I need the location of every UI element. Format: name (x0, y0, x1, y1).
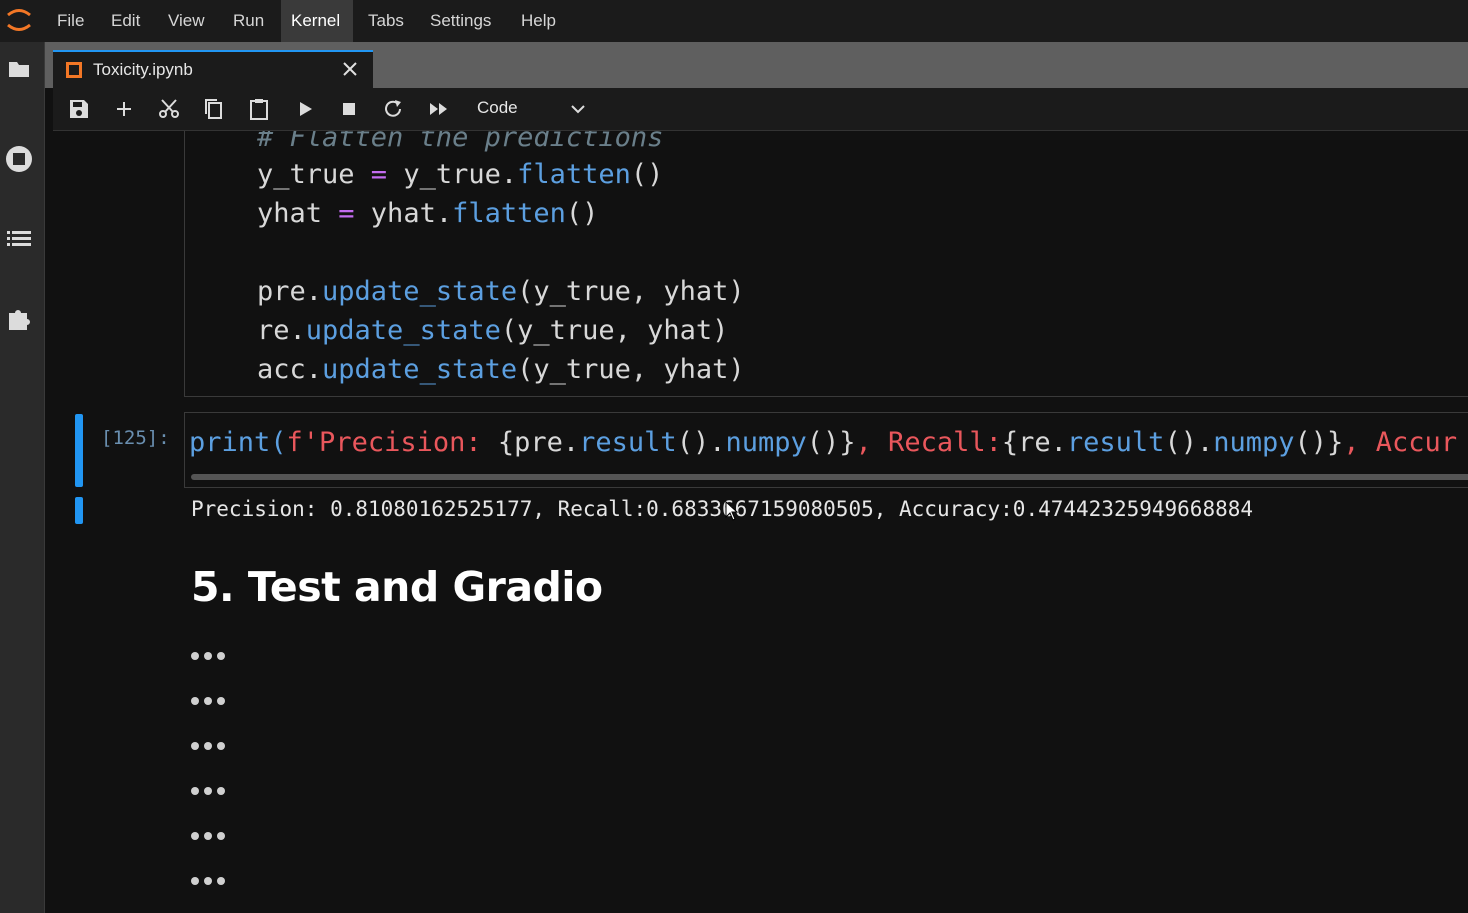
collapsed-cell-ellipsis-button[interactable] (191, 695, 231, 707)
menu-kernel[interactable]: Kernel (281, 0, 353, 42)
code-line: pre.update_state(y_true, yhat) (257, 276, 745, 307)
save-icon[interactable] (67, 98, 91, 120)
tab-title: Toxicity.ipynb (93, 60, 193, 79)
code-line: acc.update_state(y_true, yhat) (257, 354, 745, 385)
ellipsis-dot (191, 652, 199, 660)
ellipsis-dot (191, 742, 199, 750)
cell-type-select[interactable]: Code (477, 98, 518, 118)
activity-sidebar (0, 42, 45, 913)
code-line: y_true = y_true.flatten() (257, 159, 664, 190)
ellipsis-dot (204, 832, 212, 840)
ellipsis-dot (191, 877, 199, 885)
notebook-panel: # Flatten the predictions y_true = y_tru… (53, 131, 1468, 913)
close-icon[interactable] (341, 60, 359, 78)
running-icon[interactable] (4, 144, 34, 174)
menu-tabs[interactable]: Tabs (358, 0, 414, 42)
cell-collapse-bar-output[interactable] (75, 497, 83, 524)
code-line: yhat = yhat.flatten() (257, 198, 599, 229)
extension-puzzle-icon[interactable] (4, 304, 34, 334)
code-line: print(f'Precision: {pre.result().numpy()… (189, 427, 1458, 458)
ellipsis-dot (204, 742, 212, 750)
menu-file[interactable]: File (47, 0, 94, 42)
ellipsis-dot (204, 652, 212, 660)
fast-forward-icon[interactable] (427, 98, 451, 120)
folder-icon[interactable] (4, 54, 34, 84)
execution-count: [125]: (101, 427, 170, 449)
ellipsis-dot (204, 787, 212, 795)
menu-view[interactable]: View (158, 0, 215, 42)
menu-settings[interactable]: Settings (420, 0, 501, 42)
ellipsis-dot (217, 877, 225, 885)
cut-icon[interactable] (157, 98, 181, 120)
run-icon[interactable] (293, 98, 317, 120)
notebook-icon (66, 62, 82, 78)
markdown-heading: 5. Test and Gradio (191, 563, 603, 611)
code-line: # Flatten the predictions (257, 131, 664, 153)
paste-icon[interactable] (247, 98, 271, 120)
code-line: re.update_state(y_true, yhat) (257, 315, 729, 346)
stop-icon[interactable] (337, 98, 361, 120)
menu-edit[interactable]: Edit (101, 0, 150, 42)
ellipsis-dot (217, 742, 225, 750)
ellipsis-dot (191, 832, 199, 840)
notebook-tab[interactable]: Toxicity.ipynb (53, 50, 373, 88)
menu-help[interactable]: Help (511, 0, 566, 42)
ellipsis-dot (217, 832, 225, 840)
menu-run[interactable]: Run (223, 0, 274, 42)
notebook-toolbar: Code (53, 88, 1468, 131)
collapsed-cell-ellipsis-button[interactable] (191, 650, 231, 662)
ellipsis-dot (217, 787, 225, 795)
ellipsis-dot (217, 652, 225, 660)
collapsed-cell-ellipsis-button[interactable] (191, 875, 231, 887)
code-cell-input-active[interactable]: print(f'Precision: {pre.result().numpy()… (184, 412, 1468, 488)
chevron-down-icon[interactable] (569, 100, 587, 118)
ellipsis-dot (217, 697, 225, 705)
cell-output: Precision: 0.81080162525177, Recall:0.68… (191, 497, 1254, 521)
code-cell-input[interactable]: # Flatten the predictions y_true = y_tru… (184, 131, 1468, 397)
copy-icon[interactable] (202, 98, 226, 120)
tab-strip: Toxicity.ipynb (45, 42, 1468, 88)
cell-collapse-bar-input[interactable] (75, 414, 83, 487)
menu-bar: File Edit View Run Kernel Tabs Settings … (0, 0, 1468, 43)
collapsed-cell-ellipsis-button[interactable] (191, 785, 231, 797)
mouse-cursor-icon (725, 501, 739, 521)
ellipsis-dot (191, 787, 199, 795)
table-of-contents-icon[interactable] (4, 224, 34, 254)
ellipsis-dot (191, 697, 199, 705)
ellipsis-dot (204, 877, 212, 885)
add-cell-icon[interactable] (112, 98, 136, 120)
collapsed-cell-ellipsis-button[interactable] (191, 830, 231, 842)
jupyter-logo-icon (7, 9, 31, 31)
restart-icon[interactable] (382, 98, 406, 120)
collapsed-cell-ellipsis-button[interactable] (191, 740, 231, 752)
ellipsis-dot (204, 697, 212, 705)
horizontal-scrollbar[interactable] (191, 474, 1468, 480)
